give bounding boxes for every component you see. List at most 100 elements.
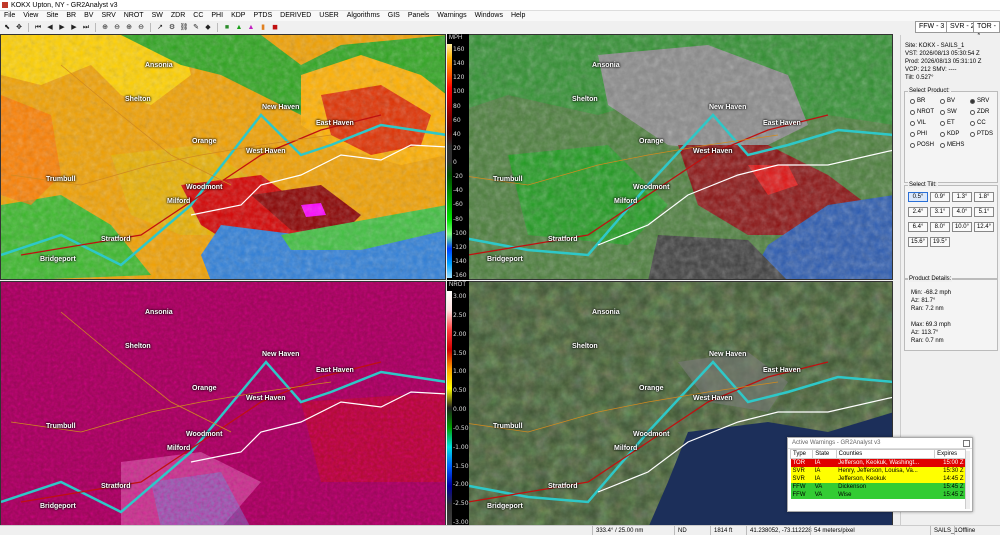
status-site: SAILS_1	[930, 526, 958, 535]
tilt-button[interactable]: 1.8°	[974, 192, 994, 202]
product-radio-et[interactable]: ET	[940, 120, 955, 126]
menu-br[interactable]: BR	[62, 11, 80, 21]
city-label: New Haven	[262, 104, 300, 111]
product-details-title: Product Details:	[908, 276, 953, 282]
city-label: New Haven	[262, 351, 300, 358]
first-frame-icon[interactable]: ⏮	[33, 23, 43, 33]
pointer-icon[interactable]: ⬉	[2, 23, 12, 33]
prev-frame-icon[interactable]: ◀	[45, 23, 55, 33]
menu-ptds[interactable]: PTDS	[249, 11, 276, 21]
warnings-header-state[interactable]: State	[812, 449, 837, 459]
tilt-button[interactable]: 6.4°	[908, 222, 928, 232]
menu-site[interactable]: Site	[42, 11, 62, 21]
product-radio-posh[interactable]: POSH	[910, 142, 934, 148]
menu-sw[interactable]: SW	[148, 11, 167, 21]
menu-kdp[interactable]: KDP	[227, 11, 249, 21]
color-scale-tick: 100	[453, 88, 465, 96]
city-label: West Haven	[246, 148, 286, 155]
menu-phi[interactable]: PHI	[207, 11, 227, 21]
color-scale-tick: 80	[453, 102, 461, 110]
tilt-button[interactable]: 4.0°	[952, 207, 972, 217]
product-radio-kdp[interactable]: KDP	[940, 131, 959, 137]
warning-row[interactable]: SVR IA Henry, Jefferson, Louisa, Va... 15:3…	[790, 466, 966, 475]
play-icon[interactable]: ▶	[57, 23, 67, 33]
settings-icon[interactable]: ⚙	[167, 23, 177, 33]
product-radio-br[interactable]: BR	[910, 98, 925, 104]
next-frame-icon[interactable]: ▶	[69, 23, 79, 33]
menu-warnings[interactable]: Warnings	[433, 11, 470, 21]
menu-zdr[interactable]: ZDR	[167, 11, 189, 21]
radar-pane-reflectivity[interactable]	[0, 34, 446, 280]
product-radio-sw[interactable]: SW	[940, 109, 957, 115]
product-radio-bv[interactable]: BV	[940, 98, 955, 104]
ffw-counter-button[interactable]: FFW - 3	[915, 21, 949, 33]
menu-cc[interactable]: CC	[189, 11, 207, 21]
menu-nrot[interactable]: NROT	[120, 11, 148, 21]
note-icon[interactable]: ▮	[258, 23, 268, 33]
tilt-button[interactable]: 1.3°	[952, 192, 972, 202]
tilt-button[interactable]: 0.5°	[908, 192, 928, 202]
zoom-out-icon[interactable]: ⊖	[136, 23, 146, 33]
product-radio-phi[interactable]: PHI	[910, 131, 927, 137]
record-icon[interactable]: ◼	[270, 23, 280, 33]
menu-gis[interactable]: GIS	[384, 11, 404, 21]
city-label: Shelton	[125, 343, 151, 350]
menu-algorithms[interactable]: Algorithms	[343, 11, 384, 21]
menu-panels[interactable]: Panels	[404, 11, 433, 21]
warnings-header-expires[interactable]: Expires	[934, 449, 966, 459]
warning-row[interactable]: FFW VA Wise 15:45 Z	[790, 490, 966, 499]
warning-triangle-icon[interactable]: ▲	[234, 23, 244, 33]
tor-counter-button[interactable]: TOR - 1	[973, 21, 1000, 40]
product-radio-ptds[interactable]: PTDS	[970, 131, 993, 137]
city-label: Bridgeport	[40, 256, 76, 263]
menu-view[interactable]: View	[19, 11, 42, 21]
menu-bv[interactable]: BV	[80, 11, 97, 21]
warnings-header-counties[interactable]: Counties	[835, 449, 936, 459]
tilt-button[interactable]: 12.4°	[974, 222, 994, 232]
radar-pane-correlation-coefficient[interactable]	[0, 281, 446, 527]
menu-srv[interactable]: SRV	[97, 11, 119, 21]
close-icon[interactable]	[963, 440, 970, 447]
marker-icon[interactable]: ✎	[191, 23, 201, 33]
product-radio-cc[interactable]: CC	[970, 120, 986, 126]
warning-row[interactable]: SVR IA Jefferson, Keokuk 14:45 Z	[790, 474, 966, 483]
pan-icon[interactable]: ✥	[14, 23, 24, 33]
product-radio-srv[interactable]: SRV	[970, 98, 989, 104]
product-radio-mehs[interactable]: MEHS	[940, 142, 964, 148]
link-icon[interactable]: ⛓	[179, 23, 189, 33]
menu-file[interactable]: File	[0, 11, 19, 21]
color-icon[interactable]: ■	[222, 23, 232, 33]
warning-row[interactable]: FFW VA Dickenson 15:45 Z	[790, 482, 966, 491]
city-label: East Haven	[763, 367, 801, 374]
product-radio-zdr[interactable]: ZDR	[970, 109, 989, 115]
tilt-button[interactable]: 10.0°	[952, 222, 972, 232]
measure-icon[interactable]: ↗	[155, 23, 165, 33]
menu-derived[interactable]: DERIVED	[276, 11, 315, 21]
toolbar: ⬉ ✥ ⏮ ◀ ▶ ▶ ⏭ ⊕ ⊖ ⊕ ⊖ ↗ ⚙ ⛓ ✎ ◆ ■ ▲ ▲ ▮ ◼	[0, 21, 905, 34]
tilt-button[interactable]: 3.1°	[930, 207, 950, 217]
radio-label: VIL	[917, 120, 927, 126]
last-frame-icon[interactable]: ⏭	[81, 23, 91, 33]
zoom-out-icon[interactable]: ⊖	[112, 23, 122, 33]
tilt-button[interactable]: 8.0°	[930, 222, 950, 232]
tilt-button[interactable]: 0.9°	[930, 192, 950, 202]
tilt-button[interactable]: 2.4°	[908, 207, 928, 217]
storm-track-icon[interactable]: ◆	[203, 23, 213, 33]
warnings-scrollbar[interactable]	[965, 451, 970, 509]
menu-help[interactable]: Help	[507, 11, 529, 21]
radar-pane-storm-relative-velocity[interactable]	[447, 34, 893, 280]
city-label: East Haven	[316, 367, 354, 374]
warning-row[interactable]: TOR IA Jefferson, Keokuk, Washingt... 15:00…	[790, 458, 966, 467]
warning-triangle-icon[interactable]: ▲	[246, 23, 256, 33]
warnings-header-type[interactable]: Type	[789, 449, 814, 459]
zoom-in-icon[interactable]: ⊕	[100, 23, 110, 33]
tilt-button[interactable]: 19.5°	[930, 237, 950, 247]
product-radio-nrot[interactable]: NROT	[910, 109, 934, 115]
menu-windows[interactable]: Windows	[471, 11, 507, 21]
tilt-button[interactable]: 5.1°	[974, 207, 994, 217]
active-warnings-window[interactable]: Active Warnings - GR2Analyst v3 Type Stat…	[787, 437, 973, 512]
tilt-button[interactable]: 15.6°	[908, 237, 928, 247]
product-radio-vil[interactable]: VIL	[910, 120, 926, 126]
zoom-in-icon[interactable]: ⊕	[124, 23, 134, 33]
menu-user[interactable]: USER	[315, 11, 342, 21]
